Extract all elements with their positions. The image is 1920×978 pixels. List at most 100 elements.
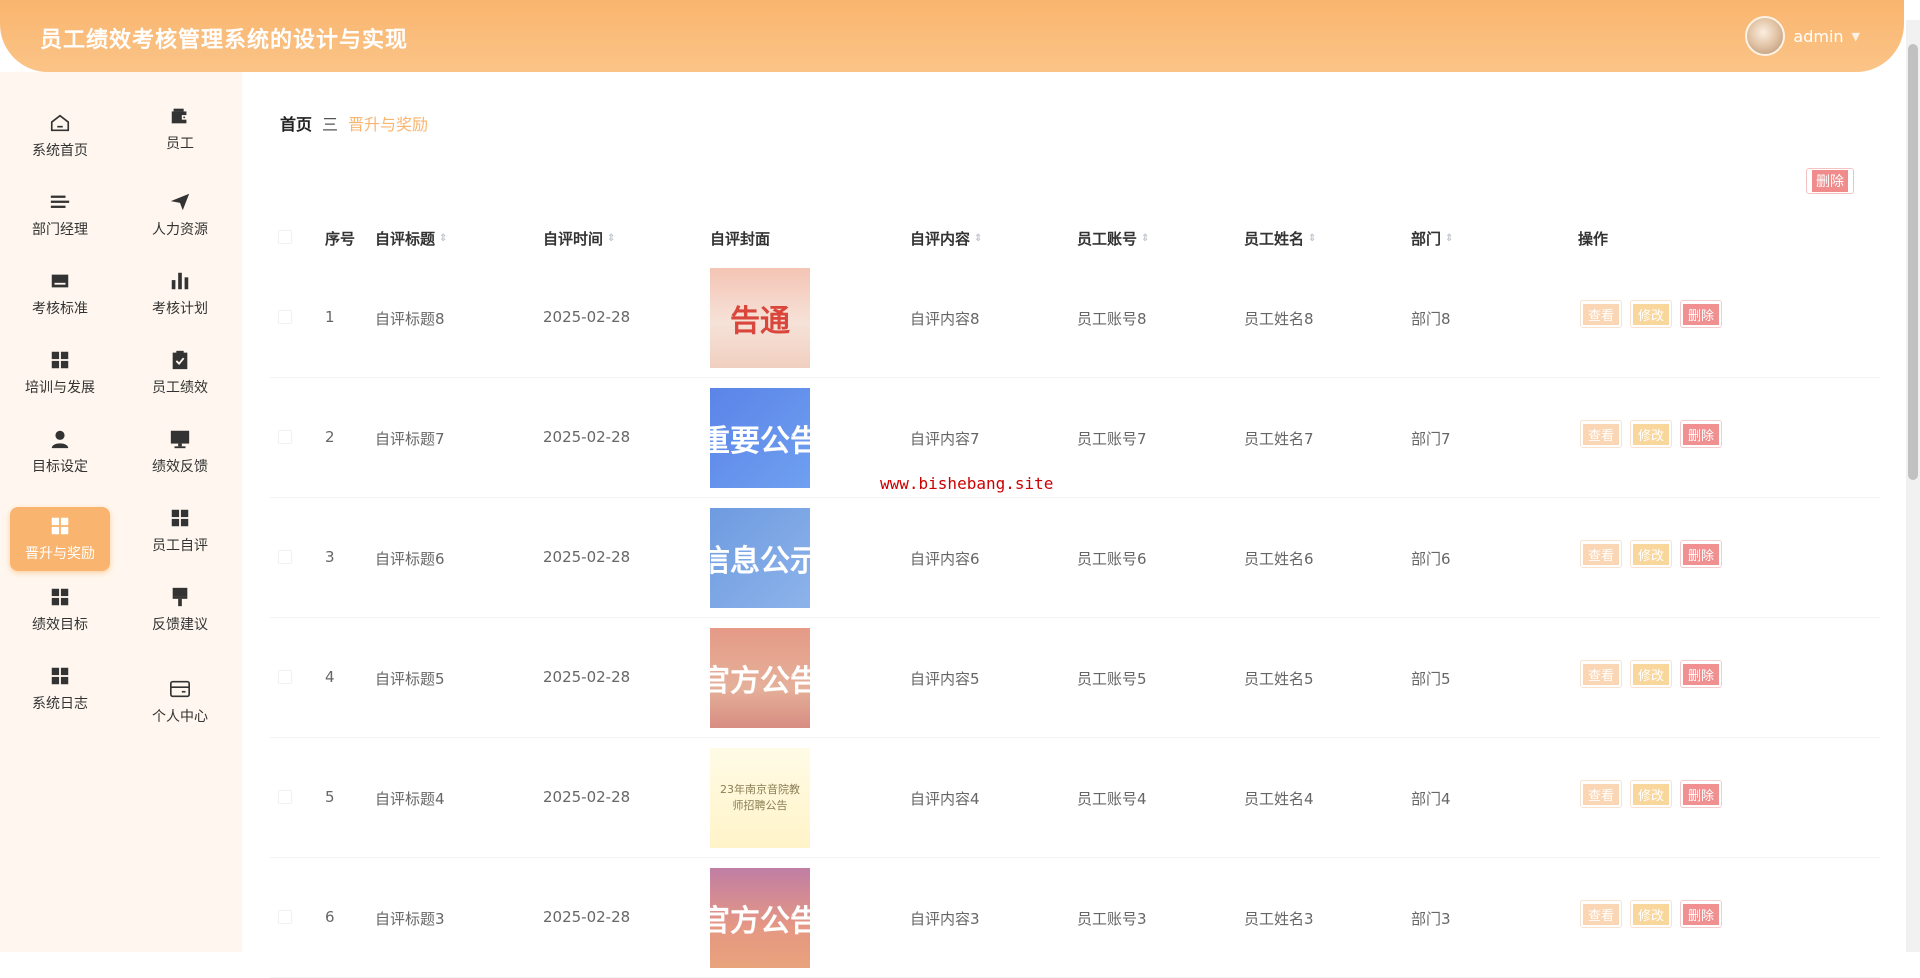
header-cover: 自评封面 — [710, 230, 771, 248]
avatar[interactable] — [1745, 16, 1786, 56]
sidebar-item-hr[interactable]: 人力资源 — [130, 183, 230, 247]
scrollbar-thumb[interactable] — [1908, 44, 1918, 480]
delete-button[interactable]: 删除 — [1680, 300, 1723, 328]
cell-account: 员工账号8 — [1077, 310, 1147, 328]
sidebar-item-label: 考核标准 — [32, 301, 88, 317]
header-ops: 操作 — [1578, 230, 1609, 248]
sidebar-item-goal-setting[interactable]: 目标设定 — [10, 420, 110, 484]
sidebar-item-self-evaluation[interactable]: 员工自评 — [130, 499, 230, 563]
chevron-down-icon[interactable]: ▼ — [1852, 30, 1860, 43]
cell-dept: 部门7 — [1411, 430, 1451, 448]
sidebar-item-label: 晋升与奖励 — [25, 546, 95, 562]
cell-time: 2025-02-28 — [543, 788, 631, 806]
sidebar-item-label: 考核计划 — [152, 301, 208, 317]
cell-content: 自评内容8 — [910, 310, 980, 328]
cell-title: 自评标题3 — [375, 910, 445, 928]
row-checkbox[interactable] — [278, 910, 292, 924]
select-all-checkbox[interactable] — [278, 230, 292, 244]
sidebar-item-employee[interactable]: 员工 — [130, 97, 230, 161]
table-row: 3 自评标题6 2025-02-28 信息公示 自评内容6 员工账号6 员工姓名… — [270, 498, 1880, 618]
sidebar-item-training[interactable]: 培训与发展 — [10, 341, 110, 405]
delete-button[interactable]: 删除 — [1680, 780, 1723, 808]
sidebar-item-home[interactable]: 系统首页 — [10, 104, 110, 168]
cell-title: 自评标题6 — [375, 550, 445, 568]
cover-image: 官方公告 — [710, 628, 810, 728]
sidebar-item-promotion[interactable]: 晋升与奖励 — [10, 507, 110, 571]
delete-button[interactable]: 删除 — [1680, 420, 1723, 448]
cover-image: 官方公告 — [710, 868, 810, 968]
view-button[interactable]: 查看 — [1580, 780, 1623, 808]
cell-time: 2025-02-28 — [543, 428, 631, 446]
grid-icon — [48, 515, 72, 537]
header-time[interactable]: 自评时间 ⇕ — [543, 228, 615, 249]
cell-index: 5 — [325, 788, 335, 806]
sidebar-item-profile[interactable]: 个人中心 — [130, 670, 230, 734]
delete-button[interactable]: 删除 — [1680, 900, 1723, 928]
delete-button[interactable]: 删除 — [1680, 660, 1723, 688]
sidebar-item-performance-goal[interactable]: 绩效目标 — [10, 578, 110, 642]
edit-button[interactable]: 修改 — [1630, 780, 1673, 808]
view-button[interactable]: 查看 — [1580, 300, 1623, 328]
sidebar-item-dept-manager[interactable]: 部门经理 — [10, 183, 110, 247]
cell-account: 员工账号5 — [1077, 670, 1147, 688]
cell-index: 2 — [325, 428, 335, 446]
view-button[interactable]: 查看 — [1580, 540, 1623, 568]
sidebar-item-label: 系统首页 — [32, 143, 88, 159]
row-checkbox[interactable] — [278, 430, 292, 444]
row-checkbox[interactable] — [278, 790, 292, 804]
edit-button[interactable]: 修改 — [1630, 660, 1673, 688]
page-scrollbar[interactable] — [1906, 20, 1920, 952]
sidebar-item-system-log[interactable]: 系统日志 — [10, 657, 110, 721]
table-row: 2 自评标题7 2025-02-28 重要公告 自评内容7 员工账号7 员工姓名… — [270, 378, 1880, 498]
sidebar-item-assessment-standard[interactable]: 考核标准 — [10, 262, 110, 326]
table-row: 5 自评标题4 2025-02-28 23年南京音院教师招聘公告 自评内容4 员… — [270, 738, 1880, 858]
delete-button[interactable]: 删除 — [1680, 540, 1723, 568]
sidebar-item-suggestions[interactable]: 反馈建议 — [130, 578, 230, 642]
sidebar-item-feedback[interactable]: 绩效反馈 — [130, 420, 230, 484]
batch-delete-button[interactable]: 删除 — [1806, 168, 1854, 194]
user-menu[interactable]: admin ▼ — [1745, 16, 1860, 56]
view-button[interactable]: 查看 — [1580, 420, 1623, 448]
cell-time: 2025-02-28 — [543, 908, 631, 926]
sidebar-item-performance[interactable]: 员工绩效 — [130, 341, 230, 405]
cover-image: 告通 — [710, 268, 810, 368]
view-button[interactable]: 查看 — [1580, 660, 1623, 688]
row-checkbox[interactable] — [278, 670, 292, 684]
cell-time: 2025-02-28 — [543, 548, 631, 566]
cell-index: 3 — [325, 548, 335, 566]
card-icon — [168, 678, 192, 700]
sort-icon[interactable]: ⇕ — [1308, 233, 1316, 244]
cell-name: 员工姓名4 — [1244, 790, 1314, 808]
cell-name: 员工姓名6 — [1244, 550, 1314, 568]
cell-account: 员工账号7 — [1077, 430, 1147, 448]
edit-button[interactable]: 修改 — [1630, 300, 1673, 328]
cell-content: 自评内容5 — [910, 670, 980, 688]
row-checkbox[interactable] — [278, 550, 292, 564]
header-account[interactable]: 员工账号 ⇕ — [1077, 228, 1149, 249]
edit-button[interactable]: 修改 — [1630, 420, 1673, 448]
cell-index: 6 — [325, 908, 335, 926]
sort-icon[interactable]: ⇕ — [1141, 233, 1149, 244]
header-title[interactable]: 自评标题 ⇕ — [375, 228, 447, 249]
header-content[interactable]: 自评内容 ⇕ — [910, 228, 982, 249]
row-checkbox[interactable] — [278, 310, 292, 324]
sidebar-item-assessment-plan[interactable]: 考核计划 — [130, 262, 230, 326]
header-name[interactable]: 员工姓名 ⇕ — [1244, 228, 1316, 249]
sidebar-item-label: 培训与发展 — [25, 380, 95, 396]
edit-button[interactable]: 修改 — [1630, 900, 1673, 928]
sort-icon[interactable]: ⇕ — [439, 233, 447, 244]
sort-icon[interactable]: ⇕ — [1445, 233, 1453, 244]
list-icon — [48, 191, 72, 213]
app-title: 员工绩效考核管理系统的设计与实现 — [40, 28, 409, 53]
sidebar-item-label: 员工 — [166, 136, 194, 152]
header-dept[interactable]: 部门 ⇕ — [1411, 228, 1453, 249]
sort-icon[interactable]: ⇕ — [607, 233, 615, 244]
user-name[interactable]: admin — [1793, 27, 1843, 46]
breadcrumb-home[interactable]: 首页 — [280, 111, 312, 135]
view-button[interactable]: 查看 — [1580, 900, 1623, 928]
user-icon — [48, 428, 72, 450]
edit-button[interactable]: 修改 — [1630, 540, 1673, 568]
cell-time: 2025-02-28 — [543, 308, 631, 326]
sort-icon[interactable]: ⇕ — [974, 233, 982, 244]
grid-icon — [48, 665, 72, 687]
